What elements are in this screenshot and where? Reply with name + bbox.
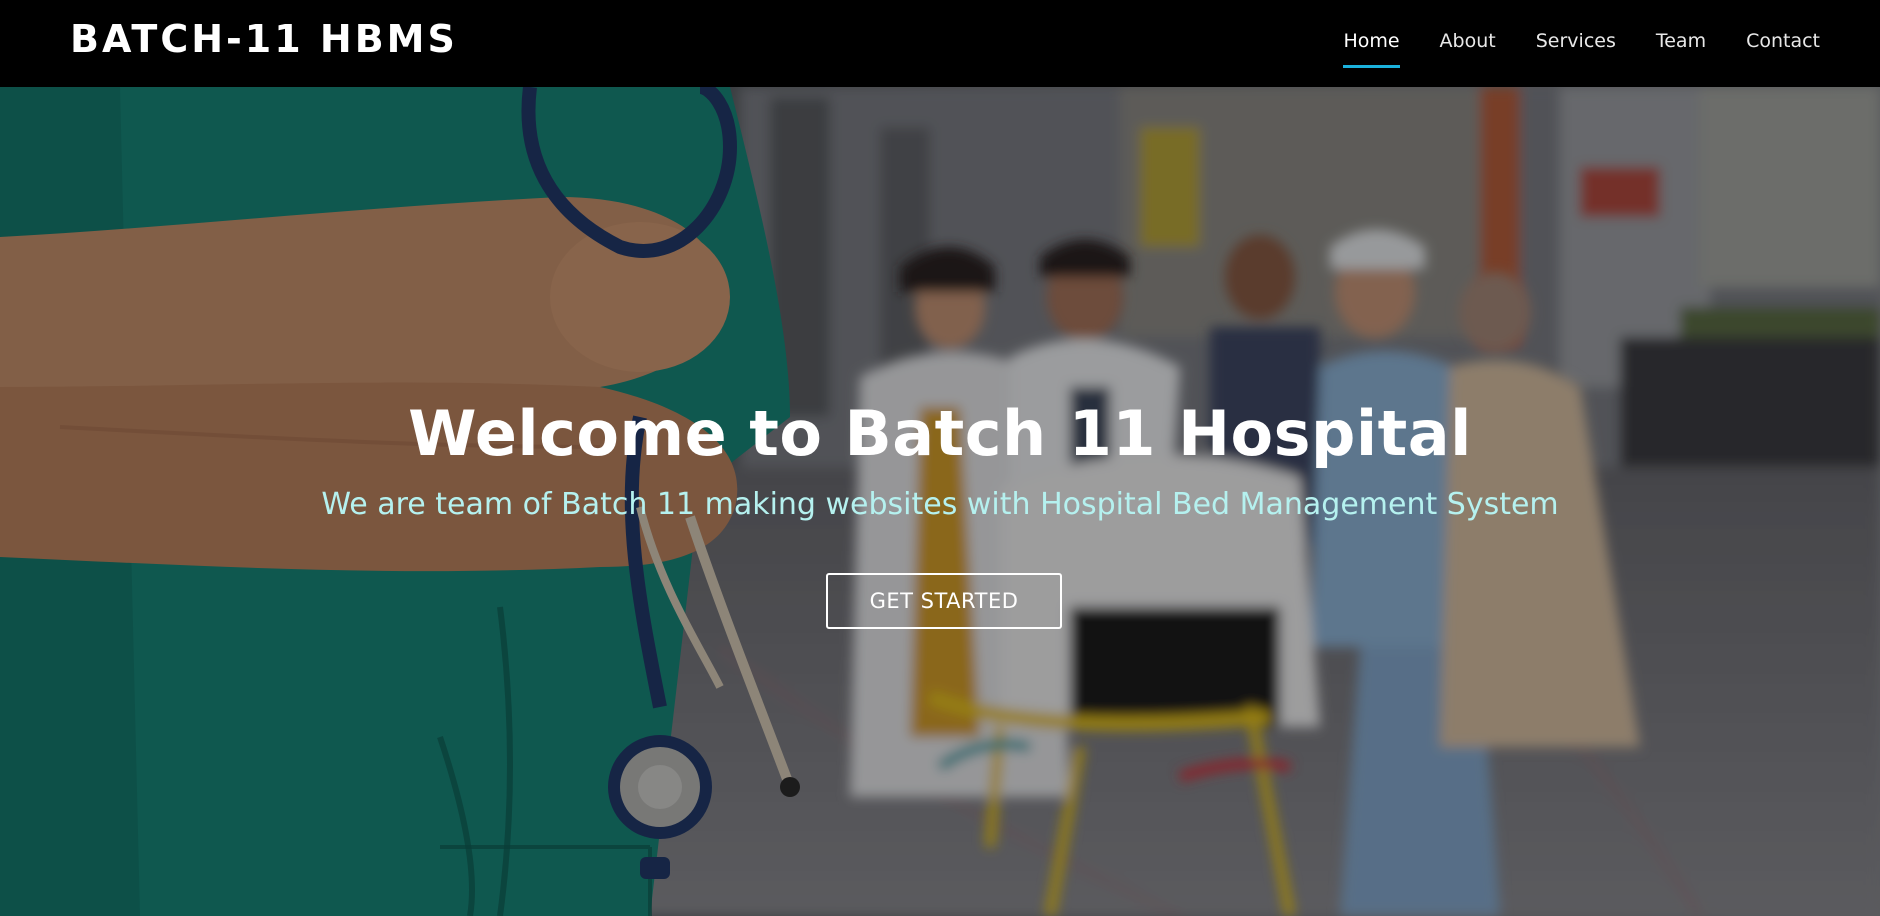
landing-page: BATCH-11 HBMS Home About Services Team C… — [0, 0, 1880, 916]
nav-about[interactable]: About — [1440, 24, 1496, 58]
site-logo[interactable]: BATCH-11 HBMS — [70, 17, 458, 61]
nav-contact[interactable]: Contact — [1746, 24, 1820, 58]
hero-section: Welcome to Batch 11 Hospital We are team… — [0, 87, 1880, 916]
nav-team[interactable]: Team — [1656, 24, 1706, 58]
hero-subtitle: We are team of Batch 11 making websites … — [321, 487, 1559, 522]
hero-content: Welcome to Batch 11 Hospital We are team… — [0, 87, 1880, 916]
main-nav: Home About Services Team Contact — [1303, 24, 1820, 68]
hero-title: Welcome to Batch 11 Hospital — [408, 397, 1472, 470]
nav-services[interactable]: Services — [1536, 24, 1616, 58]
nav-home[interactable]: Home — [1343, 24, 1400, 68]
site-header: BATCH-11 HBMS Home About Services Team C… — [0, 0, 1880, 87]
get-started-button[interactable]: GET STARTED — [826, 573, 1062, 629]
